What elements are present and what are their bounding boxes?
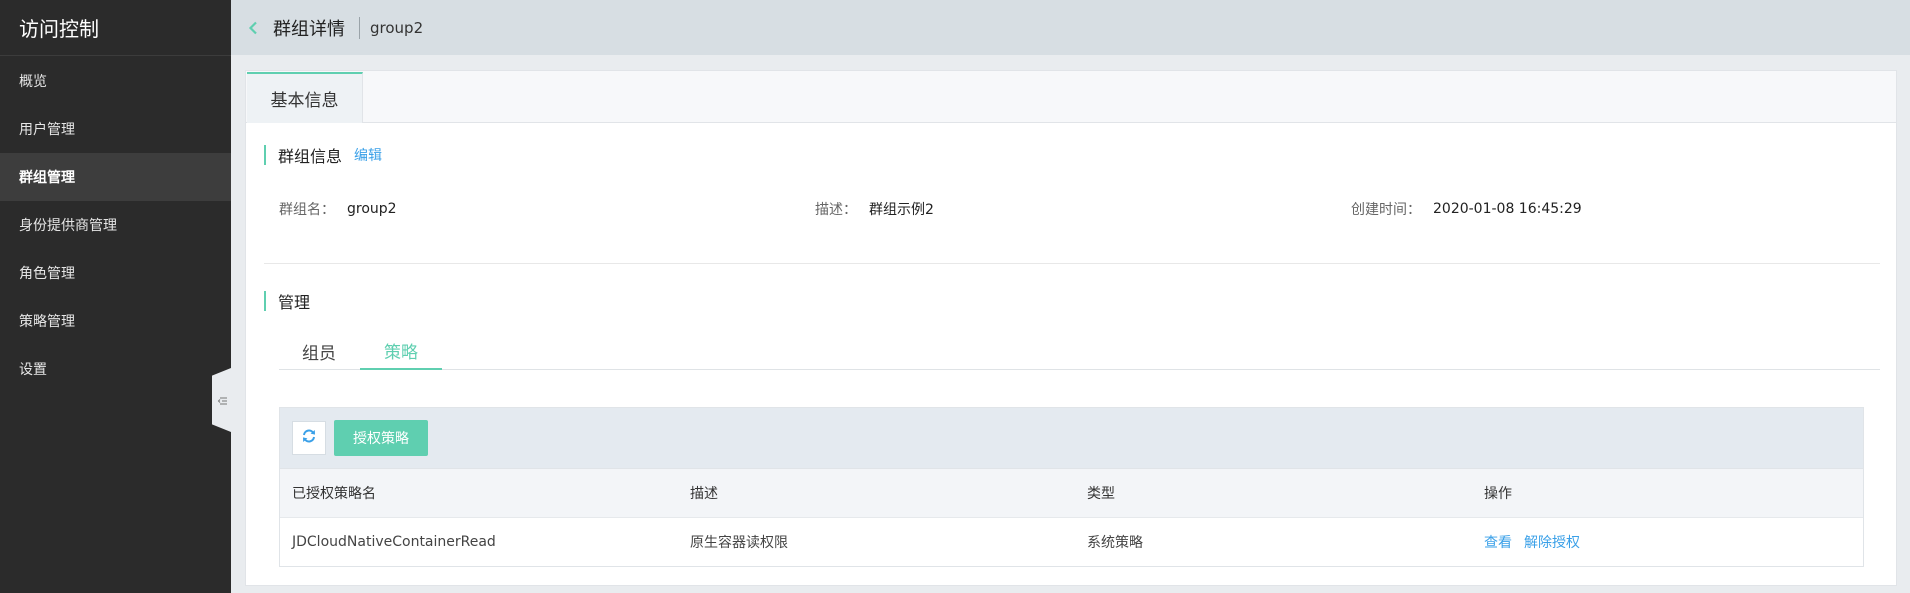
table-row: JDCloudNativeContainerRead 原生容器读权限 系统策略 … [280,518,1863,566]
manage-title: 管理 [278,293,311,312]
refresh-button[interactable] [292,421,326,455]
sidebar-collapse-handle[interactable] [212,368,231,432]
group-desc-field: 描述： 群组示例2 [815,199,934,219]
group-name-value: group2 [347,201,397,217]
page-header: 群组详情 group2 [231,0,1910,55]
chevron-left-icon[interactable] [248,21,262,35]
actions-cell: 查看 解除授权 [1472,532,1863,552]
grant-policy-button[interactable]: 授权策略 [334,420,428,456]
policy-type-cell: 系统策略 [1087,535,1143,551]
sidebar-title: 访问控制 [0,0,231,56]
tab-members[interactable]: 组员 [279,333,359,370]
revoke-link[interactable]: 解除授权 [1524,532,1580,552]
sidebar-item-users[interactable]: 用户管理 [0,105,231,153]
sidebar-item-identity-providers[interactable]: 身份提供商管理 [0,201,231,249]
created-time-label: 创建时间： [1351,202,1421,218]
sidebar: 访问控制 概览 用户管理 群组管理 身份提供商管理 角色管理 策略管理 设置 [0,0,231,593]
policy-table: 授权策略 已授权策略名 描述 类型 操作 JDCloudNativeContai… [279,407,1864,567]
table-toolbar: 授权策略 [280,408,1863,469]
edit-link[interactable]: 编辑 [354,145,382,165]
column-header-actions: 操作 [1484,486,1512,502]
table-header: 已授权策略名 描述 类型 操作 [280,469,1863,518]
group-info-title: 群组信息 [278,147,343,166]
policy-name-cell: JDCloudNativeContainerRead [292,534,496,550]
column-header-type: 类型 [1087,486,1115,502]
created-time-value: 2020-01-08 16:45:29 [1433,201,1582,217]
group-name-field: 群组名： group2 [279,199,397,219]
tab-basic-info[interactable]: 基本信息 [247,72,363,123]
sidebar-item-overview[interactable]: 概览 [0,57,231,105]
policy-desc-cell: 原生容器读权限 [690,535,788,551]
manage-tab-bar: 组员 策略 [279,333,1880,370]
header-divider [359,16,360,39]
group-name-breadcrumb: group2 [370,18,424,37]
sidebar-menu: 概览 用户管理 群组管理 身份提供商管理 角色管理 策略管理 设置 [0,56,231,393]
sidebar-item-policies[interactable]: 策略管理 [0,297,231,345]
section-divider [264,263,1880,264]
manage-section: 管理 [264,289,310,313]
refresh-icon [301,428,317,448]
page-title: 群组详情 [273,18,345,40]
group-desc-label: 描述： [815,202,857,218]
sidebar-item-groups[interactable]: 群组管理 [0,153,231,201]
sidebar-item-settings[interactable]: 设置 [0,345,231,393]
view-link[interactable]: 查看 [1484,532,1512,552]
section-accent-bar [264,291,266,311]
main-panel: 基本信息 群组信息 编辑 群组名： group2 描述： 群组示例2 创建时间：… [245,70,1897,586]
group-name-label: 群组名： [279,202,335,218]
group-desc-value: 群组示例2 [869,202,934,218]
created-time-field: 创建时间： 2020-01-08 16:45:29 [1351,199,1582,219]
top-tab-bar: 基本信息 [246,71,1896,123]
section-accent-bar [264,145,266,165]
group-info-section: 群组信息 编辑 [264,143,382,167]
tab-policies[interactable]: 策略 [360,333,442,370]
collapse-sidebar-icon [217,391,227,410]
sidebar-item-roles[interactable]: 角色管理 [0,249,231,297]
column-header-description: 描述 [690,486,718,502]
column-header-policy-name: 已授权策略名 [292,486,376,502]
